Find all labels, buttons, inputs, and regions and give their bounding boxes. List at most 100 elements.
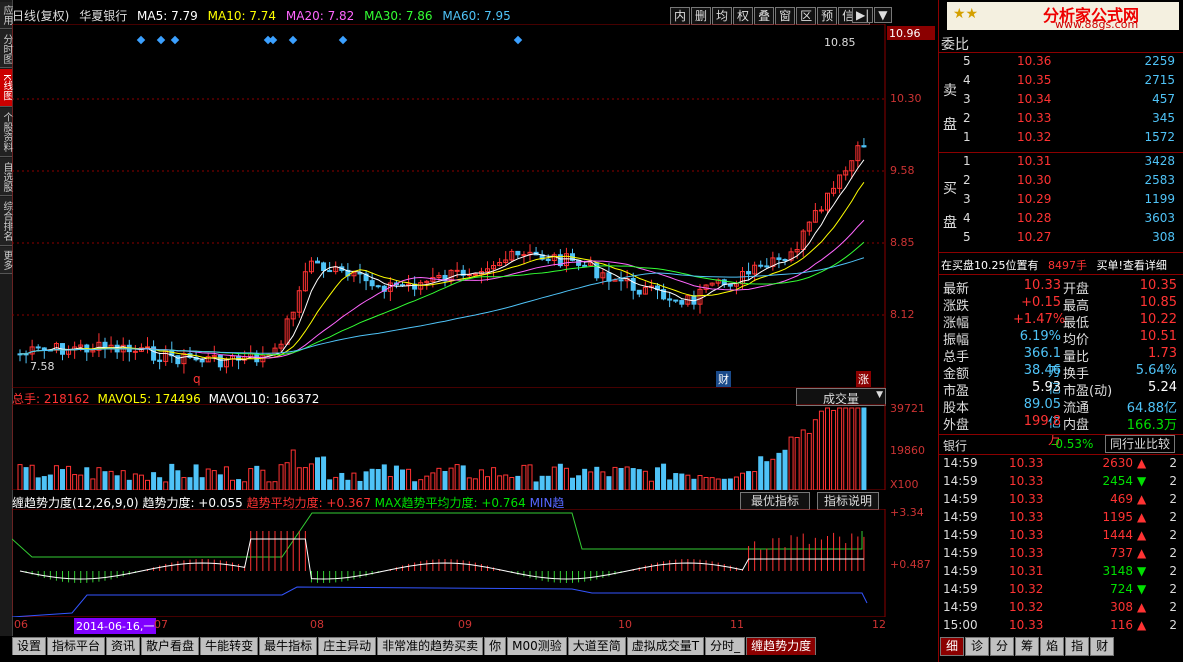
orderbook-row[interactable]: 5 10.36 2259	[939, 54, 1179, 72]
orderbook-row[interactable]: 4 10.35 2715	[939, 73, 1179, 91]
orderbook-row[interactable]: 2 10.30 2583	[939, 173, 1179, 191]
orderbook-row[interactable]: 3 10.34 457	[939, 92, 1179, 110]
volume-bar	[831, 409, 837, 490]
industry-compare-button[interactable]: 同行业比较	[1105, 435, 1176, 453]
toolbar-button[interactable]: 删	[691, 7, 712, 25]
tick-row: 15:00 10.33 116 ▲ 2	[943, 618, 1177, 636]
best-indicator-button[interactable]: 最优指标	[740, 492, 811, 510]
tick-volume: 737	[1110, 546, 1133, 560]
orderbook-row[interactable]: 4 10.28 3603	[939, 211, 1179, 229]
event-marker-finance[interactable]: 财	[716, 371, 731, 387]
industry-change: -0.53%	[1051, 437, 1094, 451]
right-tab[interactable]: 诊	[965, 637, 990, 656]
right-tab[interactable]: 筹	[1015, 637, 1040, 656]
left-tab[interactable]: 应用	[0, 2, 12, 29]
orderbook-row[interactable]: 3 10.29 1199	[939, 192, 1179, 210]
left-tab[interactable]: 更多	[0, 247, 12, 274]
chevron-down-icon[interactable]: ▼	[874, 7, 892, 23]
left-tab[interactable]: 分时图	[0, 30, 12, 68]
quote-value: +0.15	[1021, 295, 1061, 310]
volume-bar	[733, 476, 739, 490]
orderbook-price: 10.36	[1017, 54, 1052, 68]
volume-bar	[393, 465, 399, 490]
volume-bar	[460, 465, 466, 490]
toolbar-button[interactable]: 叠	[754, 7, 775, 25]
period-label[interactable]: 日线(复权)	[12, 9, 69, 23]
bottom-tab[interactable]: 资讯	[106, 637, 141, 655]
toolbar-button[interactable]: 内	[670, 7, 691, 25]
right-tab[interactable]: 分	[990, 637, 1015, 656]
left-tab[interactable]: 自选股	[0, 158, 12, 196]
indicator-chart[interactable]	[12, 509, 938, 617]
candle	[582, 264, 588, 267]
right-tab[interactable]: 财	[1090, 637, 1115, 656]
min-line	[12, 586, 868, 617]
chart-frame	[12, 24, 886, 388]
candle	[727, 284, 733, 287]
orderbook-row[interactable]: 5 10.27 308	[939, 230, 1179, 248]
bottom-tab[interactable]: 缠趋势力度	[746, 637, 817, 655]
price-axis-top: 10.96	[889, 27, 921, 40]
toolbar-button[interactable]: 预	[817, 7, 838, 25]
volume-bar	[321, 456, 327, 490]
bottom-tab[interactable]: 分时_	[705, 637, 746, 655]
tick-count: 2	[1169, 618, 1177, 632]
event-marker-limit-up[interactable]: 涨	[856, 371, 871, 387]
orderbook-volume: 1572	[1144, 130, 1175, 144]
divider	[939, 252, 1183, 253]
bottom-tab[interactable]: 最牛指标	[259, 637, 318, 655]
notice-link[interactable]: 买单!查看详细	[1097, 259, 1167, 272]
tick-price: 10.33	[1009, 618, 1044, 632]
quote-row: 涨跌 +0.15 最高 10.85	[941, 295, 1177, 314]
tick-time: 14:59	[943, 546, 978, 560]
arrow-up-icon: ▲	[1137, 546, 1147, 560]
toolbar-button[interactable]: 区	[796, 7, 817, 25]
bottom-tab[interactable]: 散户看盘	[141, 637, 200, 655]
bottom-tab[interactable]: 大道至简	[567, 637, 626, 655]
left-tab[interactable]: K线图	[0, 69, 12, 107]
toolbar-button[interactable]: 窗	[775, 7, 796, 25]
bottom-tab[interactable]: 庄主异动	[318, 637, 377, 655]
bottom-tab[interactable]: 设置	[12, 637, 47, 655]
date-axis: 06 2014-06-16,一 07 08 09 10 11 12	[12, 618, 886, 634]
event-marker-q[interactable]: q	[193, 372, 201, 386]
divider	[939, 52, 1183, 53]
right-tab[interactable]: 指	[1065, 637, 1090, 656]
divider	[939, 454, 1183, 455]
bottom-tab[interactable]: 你	[484, 637, 507, 655]
bottom-tab[interactable]: 指标平台	[47, 637, 106, 655]
volume-bar	[454, 464, 460, 490]
orderbook-row[interactable]: 1 10.32 1572	[939, 130, 1179, 148]
volume-bar	[400, 469, 405, 490]
quote-value: 6.19%	[1019, 329, 1061, 344]
toolbar-button[interactable]: 权	[733, 7, 754, 25]
volume-chart[interactable]	[12, 404, 938, 490]
right-tab[interactable]: 焰	[1040, 637, 1065, 656]
high-mark: 10.85	[824, 36, 856, 49]
tick-volume: 1444	[1102, 528, 1133, 542]
volume-bar	[126, 479, 132, 490]
notice-volume: 8497手	[1048, 259, 1087, 272]
orderbook-row[interactable]: 1 10.31 3428	[939, 154, 1179, 172]
left-tab[interactable]: 个股资料	[0, 108, 12, 157]
big-order-notice[interactable]: 在买盘10.25位置有 8497手 买单!查看详细	[941, 257, 1167, 273]
indicator-axis-label: +0.487	[890, 558, 931, 571]
toolbar-button[interactable]: 均	[712, 7, 733, 25]
indicator-help-button[interactable]: 指标说明	[817, 492, 880, 510]
date-label: 06	[14, 618, 28, 631]
volume-bar	[369, 468, 375, 490]
left-tab[interactable]: 综合排名	[0, 197, 12, 246]
tick-volume: 3148	[1102, 564, 1133, 578]
bottom-tab[interactable]: 非常准的趋势买卖	[377, 637, 484, 655]
bottom-tab[interactable]: 牛能转变	[200, 637, 259, 655]
right-tab[interactable]: 细	[940, 637, 965, 656]
bottom-tab[interactable]: 虚拟成交量T	[626, 637, 705, 655]
volume-bar	[630, 468, 636, 490]
arrow-up-icon: ▲	[1137, 618, 1147, 632]
play-icon[interactable]: ▶|	[852, 7, 874, 23]
volume-bar	[187, 477, 193, 490]
bottom-tab[interactable]: M00测验	[507, 637, 567, 655]
kline-chart[interactable]	[12, 24, 938, 388]
tick-list[interactable]: 14:59 10.33 2630 ▲ 2 14:59 10.33 2454 ▼ 2 14:59 10.…	[939, 456, 1183, 636]
orderbook-row[interactable]: 2 10.33 345	[939, 111, 1179, 129]
